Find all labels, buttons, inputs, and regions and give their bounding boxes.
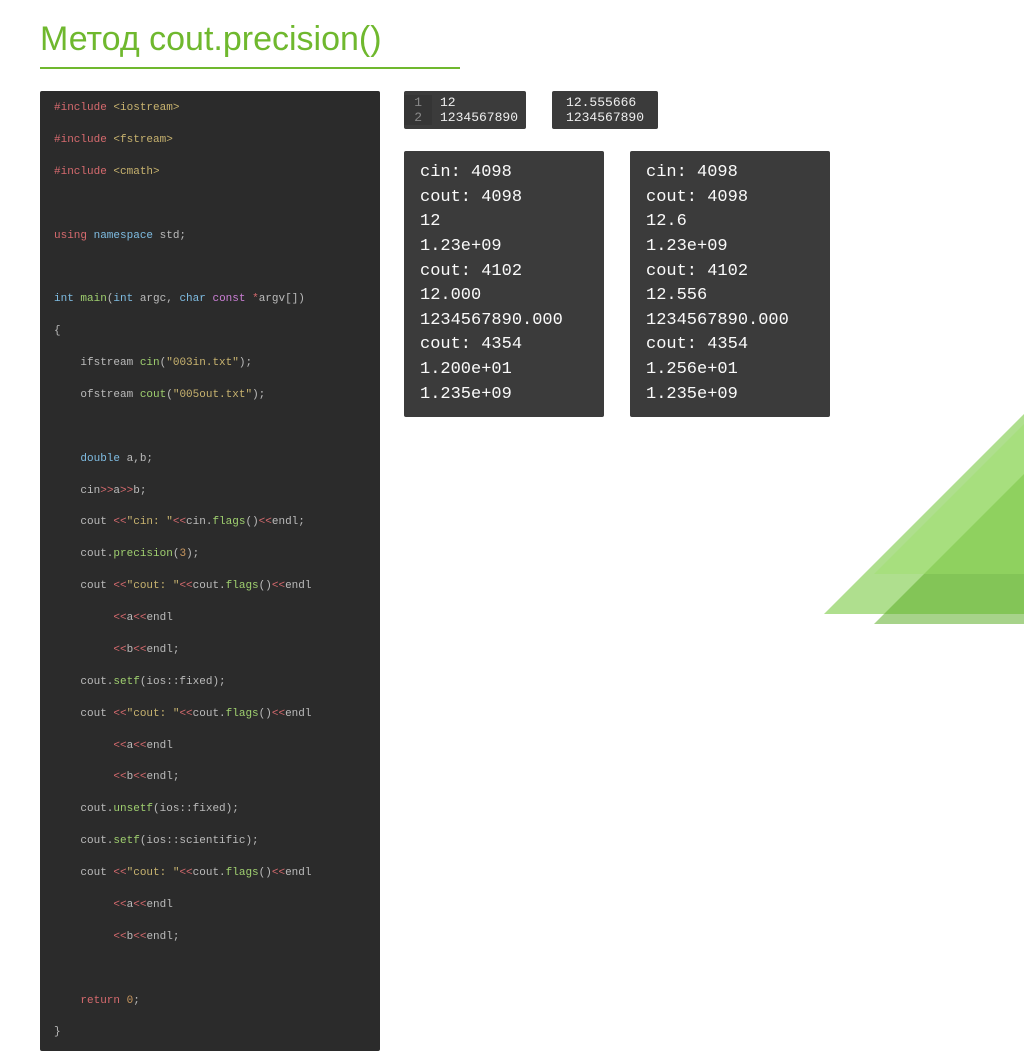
output-line: 1.235e+09	[420, 383, 588, 408]
title-underline	[40, 67, 460, 69]
output-line: 12.000	[420, 284, 588, 309]
output-line: cout: 4354	[420, 333, 588, 358]
line-number: 1	[404, 95, 432, 110]
output-line: cout: 4102	[420, 260, 588, 285]
output-line: cout: 4354	[646, 333, 814, 358]
output-line: 12.556	[646, 284, 814, 309]
output-line: 1.235e+09	[646, 383, 814, 408]
input-file-1: 1 12 2 1234567890	[404, 91, 526, 129]
slide-title: Метод cout.precision()	[40, 20, 984, 59]
output-line: cout: 4102	[646, 260, 814, 285]
output-line: 1234567890.000	[646, 309, 814, 334]
output-line: 12	[420, 210, 588, 235]
output-box-2: cin: 4098cout: 409812.61.23e+09cout: 410…	[630, 151, 830, 417]
slide: Метод cout.precision() #include <iostrea…	[0, 0, 1024, 574]
output-line: cout: 4098	[420, 186, 588, 211]
output-line: 1.256e+01	[646, 358, 814, 383]
input2-value: 1234567890	[566, 110, 644, 125]
input-file-2: 12.555666 1234567890	[552, 91, 658, 129]
input1-row: 1 12	[404, 95, 518, 110]
inputs-row: 1 12 2 1234567890 12.555666 1234567890	[404, 91, 984, 129]
right-column: 1 12 2 1234567890 12.555666 1234567890 c…	[404, 91, 984, 439]
output-line: cin: 4098	[420, 161, 588, 186]
input1-value: 12	[432, 95, 456, 110]
output-line: 1.23e+09	[420, 235, 588, 260]
content-row: #include <iostream> #include <fstream> #…	[40, 91, 984, 1051]
input1-row: 2 1234567890	[404, 110, 518, 125]
output-box-1: cin: 4098cout: 4098121.23e+09cout: 41021…	[404, 151, 604, 417]
input1-value: 1234567890	[432, 110, 518, 125]
line-number: 2	[404, 110, 432, 125]
output-line: cin: 4098	[646, 161, 814, 186]
output-line: 1.200e+01	[420, 358, 588, 383]
output-line: cout: 4098	[646, 186, 814, 211]
code-editor: #include <iostream> #include <fstream> #…	[40, 91, 380, 1051]
output-line: 1234567890.000	[420, 309, 588, 334]
output-line: 1.23e+09	[646, 235, 814, 260]
input2-value: 12.555666	[566, 95, 644, 110]
output-line: 12.6	[646, 210, 814, 235]
outputs-row: cin: 4098cout: 4098121.23e+09cout: 41021…	[404, 151, 984, 417]
